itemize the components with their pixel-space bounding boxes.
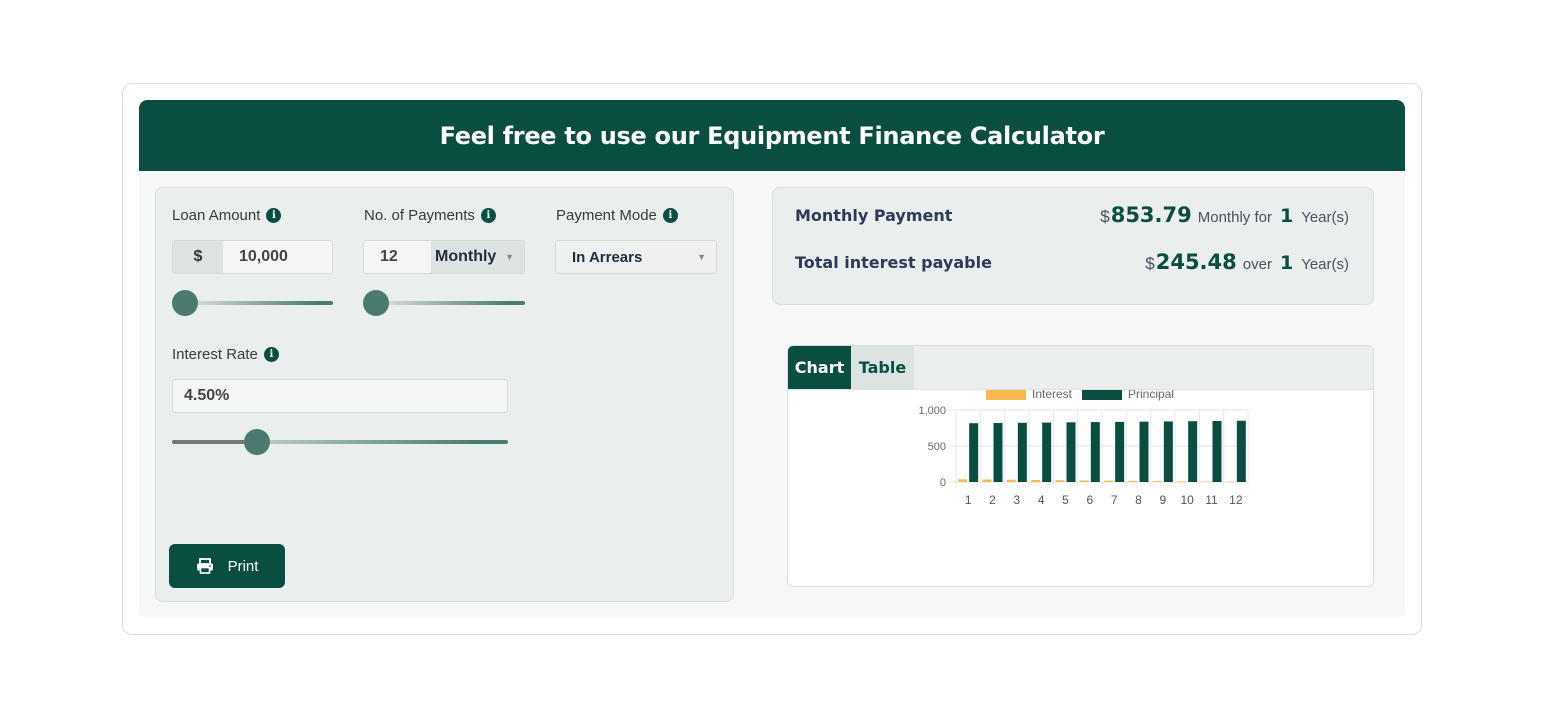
input-panel: Loan Amount i $ 10,000 No. of Payments i… <box>155 187 734 602</box>
calculator-body: Feel free to use our Equipment Finance C… <box>139 100 1405 618</box>
x-tick-label: 9 <box>1159 493 1166 507</box>
bar-interest <box>1177 481 1187 482</box>
bar-principal <box>1212 420 1222 482</box>
bar-interest <box>1055 480 1065 482</box>
x-tick-label: 5 <box>1062 493 1069 507</box>
loan-amount-input[interactable]: 10,000 <box>223 241 332 273</box>
payments-slider-handle[interactable] <box>363 290 389 316</box>
bar-interest <box>1104 480 1114 482</box>
bar-principal <box>1188 421 1198 482</box>
monthly-payment-value: $ 853.79 Monthly for 1 Year(s) <box>1100 203 1349 227</box>
bar-interest <box>1201 481 1211 483</box>
interest-rate-input[interactable]: 4.50% <box>173 380 507 412</box>
print-label: Print <box>227 557 259 575</box>
loan-amount-slider-handle[interactable] <box>172 290 198 316</box>
print-button[interactable]: Print <box>169 544 285 588</box>
bar-interest <box>1152 481 1162 482</box>
total-interest-value: $ 245.48 over 1 Year(s) <box>1145 250 1349 274</box>
tab-chart[interactable]: Chart <box>788 346 851 389</box>
monthly-payment-amount: 853.79 <box>1110 203 1192 227</box>
x-tick-label: 10 <box>1180 493 1194 507</box>
bar-principal <box>1090 422 1100 482</box>
x-tick-label: 1 <box>965 493 972 507</box>
bar-principal <box>1236 420 1246 482</box>
amortization-chart: 05001,0001 2 3 4 5 6 7 8 9 10 11 12Interest Principa… <box>918 387 1249 507</box>
x-tick-label: 3 <box>1013 493 1020 507</box>
bar-principal <box>1139 421 1149 482</box>
x-tick-label: 12 <box>1229 493 1243 507</box>
bar-interest <box>1031 479 1041 482</box>
legend-label: Principal <box>1128 390 1174 401</box>
payments-count-input[interactable]: 12 <box>364 241 431 273</box>
payments-field: 12 Monthly ▼ <box>363 240 525 274</box>
x-tick-label: 6 <box>1086 493 1093 507</box>
calculator-frame: Feel free to use our Equipment Finance C… <box>122 83 1422 635</box>
printer-icon <box>196 558 213 574</box>
info-icon[interactable]: i <box>263 347 279 362</box>
bar-principal <box>993 423 1003 482</box>
bar-principal <box>1042 422 1052 482</box>
legend-swatch <box>986 388 1026 400</box>
total-interest-label: Total interest payable <box>795 253 992 272</box>
interest-rate-field[interactable]: 4.50% <box>172 379 508 413</box>
x-tick-label: 8 <box>1135 493 1142 507</box>
tab-table[interactable]: Table <box>851 346 914 389</box>
y-tick-label: 0 <box>940 477 946 489</box>
x-tick-label: 7 <box>1111 493 1118 507</box>
bar-principal <box>1066 422 1076 482</box>
bar-principal <box>969 423 979 482</box>
summary-panel: Monthly Payment $ 853.79 Monthly for 1 Y… <box>772 187 1374 305</box>
info-icon[interactable]: i <box>266 208 282 223</box>
bar-principal <box>1163 421 1173 482</box>
payment-frequency-select[interactable]: Monthly ▼ <box>431 241 524 273</box>
loan-amount-field[interactable]: $ 10,000 <box>172 240 333 274</box>
bar-principal <box>1115 421 1125 482</box>
bar-interest <box>1079 480 1089 482</box>
monthly-payment-label: Monthly Payment <box>795 206 953 225</box>
x-tick-label: 11 <box>1205 493 1218 507</box>
interest-rate-label: Interest Rate i <box>172 346 279 363</box>
chart-area: 0 500 1,000 1 2 3 4 5 6 7 8 9 10 11 12 Interest Principa… <box>788 387 1373 586</box>
loan-amount-label: Loan Amount i <box>172 207 282 224</box>
bar-interest <box>982 479 992 482</box>
view-tabs: Chart Table <box>788 346 1373 390</box>
total-interest-amount: 245.48 <box>1155 250 1237 274</box>
bar-interest <box>1128 480 1138 482</box>
y-tick-label: 1,000 <box>918 405 946 417</box>
chevron-down-icon: ▼ <box>505 252 514 262</box>
bar-principal <box>1017 422 1027 482</box>
x-tick-label: 2 <box>989 493 996 507</box>
x-tick-label: 4 <box>1038 493 1045 507</box>
payment-mode-label: Payment Mode i <box>556 207 678 224</box>
info-icon[interactable]: i <box>480 208 496 223</box>
calculator-header: Feel free to use our Equipment Finance C… <box>139 100 1405 171</box>
interest-rate-slider-handle[interactable] <box>244 429 270 455</box>
info-icon[interactable]: i <box>662 208 678 223</box>
bar-interest <box>958 479 968 482</box>
chart-card: Chart Table 0 500 1,000 1 2 3 4 5 6 7 8 9 10 11 12 Inte… <box>787 345 1374 587</box>
legend-swatch <box>1082 388 1122 400</box>
currency-prefix: $ <box>173 241 223 273</box>
y-tick-label: 500 <box>928 441 946 453</box>
bar-interest <box>1225 481 1235 483</box>
payment-mode-select[interactable]: In Arrears ▼ <box>555 240 717 274</box>
page-title: Feel free to use our Equipment Finance C… <box>439 121 1105 150</box>
payments-label: No. of Payments i <box>364 207 496 224</box>
bar-interest <box>1006 479 1016 482</box>
chevron-down-icon: ▼ <box>697 252 706 262</box>
legend-label: Interest <box>1032 390 1073 401</box>
